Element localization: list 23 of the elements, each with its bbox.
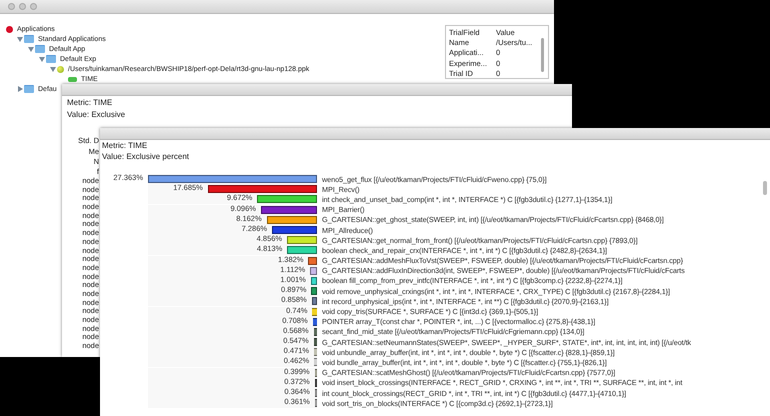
ball-icon xyxy=(57,66,64,72)
bar[interactable] xyxy=(312,318,317,326)
bar[interactable] xyxy=(311,287,317,296)
bar[interactable] xyxy=(314,328,317,336)
scrollbar-thumb[interactable] xyxy=(763,181,767,195)
bar[interactable] xyxy=(314,389,317,398)
metric-icon xyxy=(68,76,77,82)
metric-label: Metric: TIME xyxy=(67,97,114,109)
root-icon xyxy=(6,26,13,32)
value-label: Value: Exclusive xyxy=(67,109,126,121)
scrollbar-thumb[interactable] xyxy=(541,38,544,72)
bar[interactable] xyxy=(260,206,317,214)
bar[interactable] xyxy=(314,378,317,387)
bar[interactable] xyxy=(314,338,317,346)
bar[interactable] xyxy=(314,399,317,408)
folder-icon xyxy=(24,85,34,93)
bar[interactable] xyxy=(314,368,317,377)
bar[interactable] xyxy=(312,297,317,306)
value-label: Value: Exclusive percent xyxy=(102,152,190,162)
bar[interactable] xyxy=(208,185,317,194)
bar[interactable] xyxy=(308,256,317,265)
metric-label: Metric: TIME xyxy=(102,141,148,152)
bar[interactable] xyxy=(272,226,317,234)
